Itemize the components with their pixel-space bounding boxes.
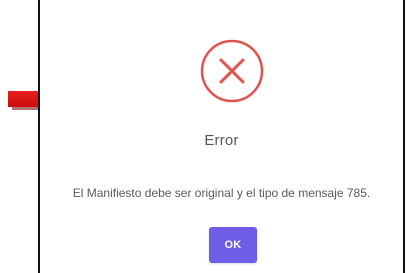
error-x-circle-icon (200, 39, 264, 103)
ok-button[interactable]: OK (209, 227, 257, 263)
frame-border-right (403, 0, 405, 273)
dialog-title: Error (204, 132, 239, 149)
dialog-message: El Manifiesto debe ser original y el tip… (72, 186, 371, 200)
error-dialog: Error El Manifiesto debe ser original y … (40, 0, 403, 273)
screenshot-canvas: Error El Manifiesto debe ser original y … (0, 0, 410, 273)
